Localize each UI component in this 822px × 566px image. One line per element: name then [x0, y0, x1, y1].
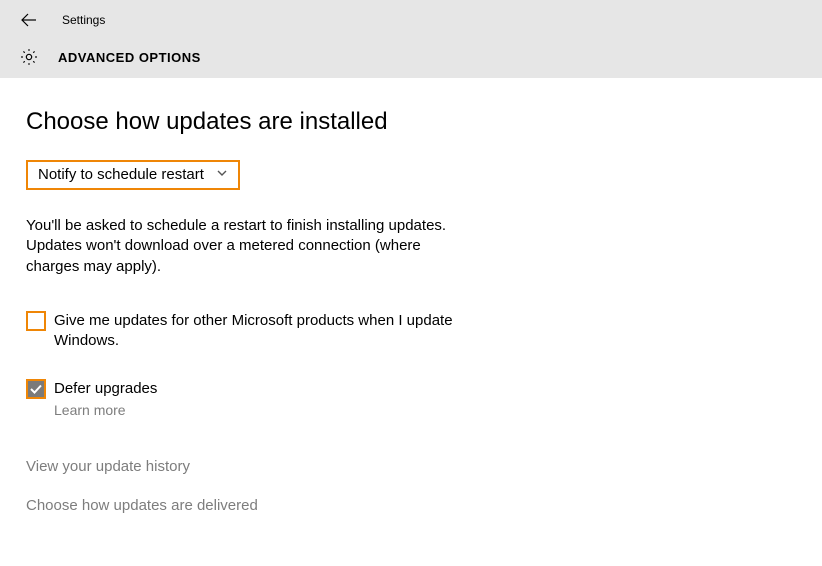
install-mode-description: You'll be asked to schedule a restart to…: [26, 216, 466, 277]
view-update-history-link[interactable]: View your update history: [26, 458, 796, 475]
install-mode-dropdown[interactable]: Notify to schedule restart: [26, 160, 240, 190]
back-button[interactable]: [18, 9, 40, 31]
back-arrow-icon: [19, 10, 39, 30]
checkbox-other-products[interactable]: [26, 311, 46, 331]
content-area: Choose how updates are installed Notify …: [0, 78, 822, 566]
header-sub-row: ADVANCED OPTIONS: [18, 46, 822, 68]
checkbox-other-products-label: Give me updates for other Microsoft prod…: [54, 311, 494, 352]
chevron-down-icon: [216, 166, 228, 183]
checkbox-defer-upgrades-label: Defer upgrades: [54, 379, 157, 399]
settings-label: Settings: [62, 13, 105, 27]
checkbox-defer-upgrades[interactable]: [26, 379, 46, 399]
header-top-row: Settings: [18, 6, 822, 34]
choose-delivery-link[interactable]: Choose how updates are delivered: [26, 497, 796, 514]
learn-more-link[interactable]: Learn more: [54, 402, 157, 418]
dropdown-value: Notify to schedule restart: [38, 166, 204, 183]
gear-icon: [18, 46, 40, 68]
section-title: ADVANCED OPTIONS: [58, 50, 201, 65]
page-title: Choose how updates are installed: [26, 108, 796, 136]
checkbox-defer-label-group: Defer upgrades Learn more: [54, 379, 157, 417]
checkbox-row-other-products: Give me updates for other Microsoft prod…: [26, 311, 796, 352]
checkbox-row-defer: Defer upgrades Learn more: [26, 379, 796, 417]
window-header: Settings ADVANCED OPTIONS: [0, 0, 822, 78]
